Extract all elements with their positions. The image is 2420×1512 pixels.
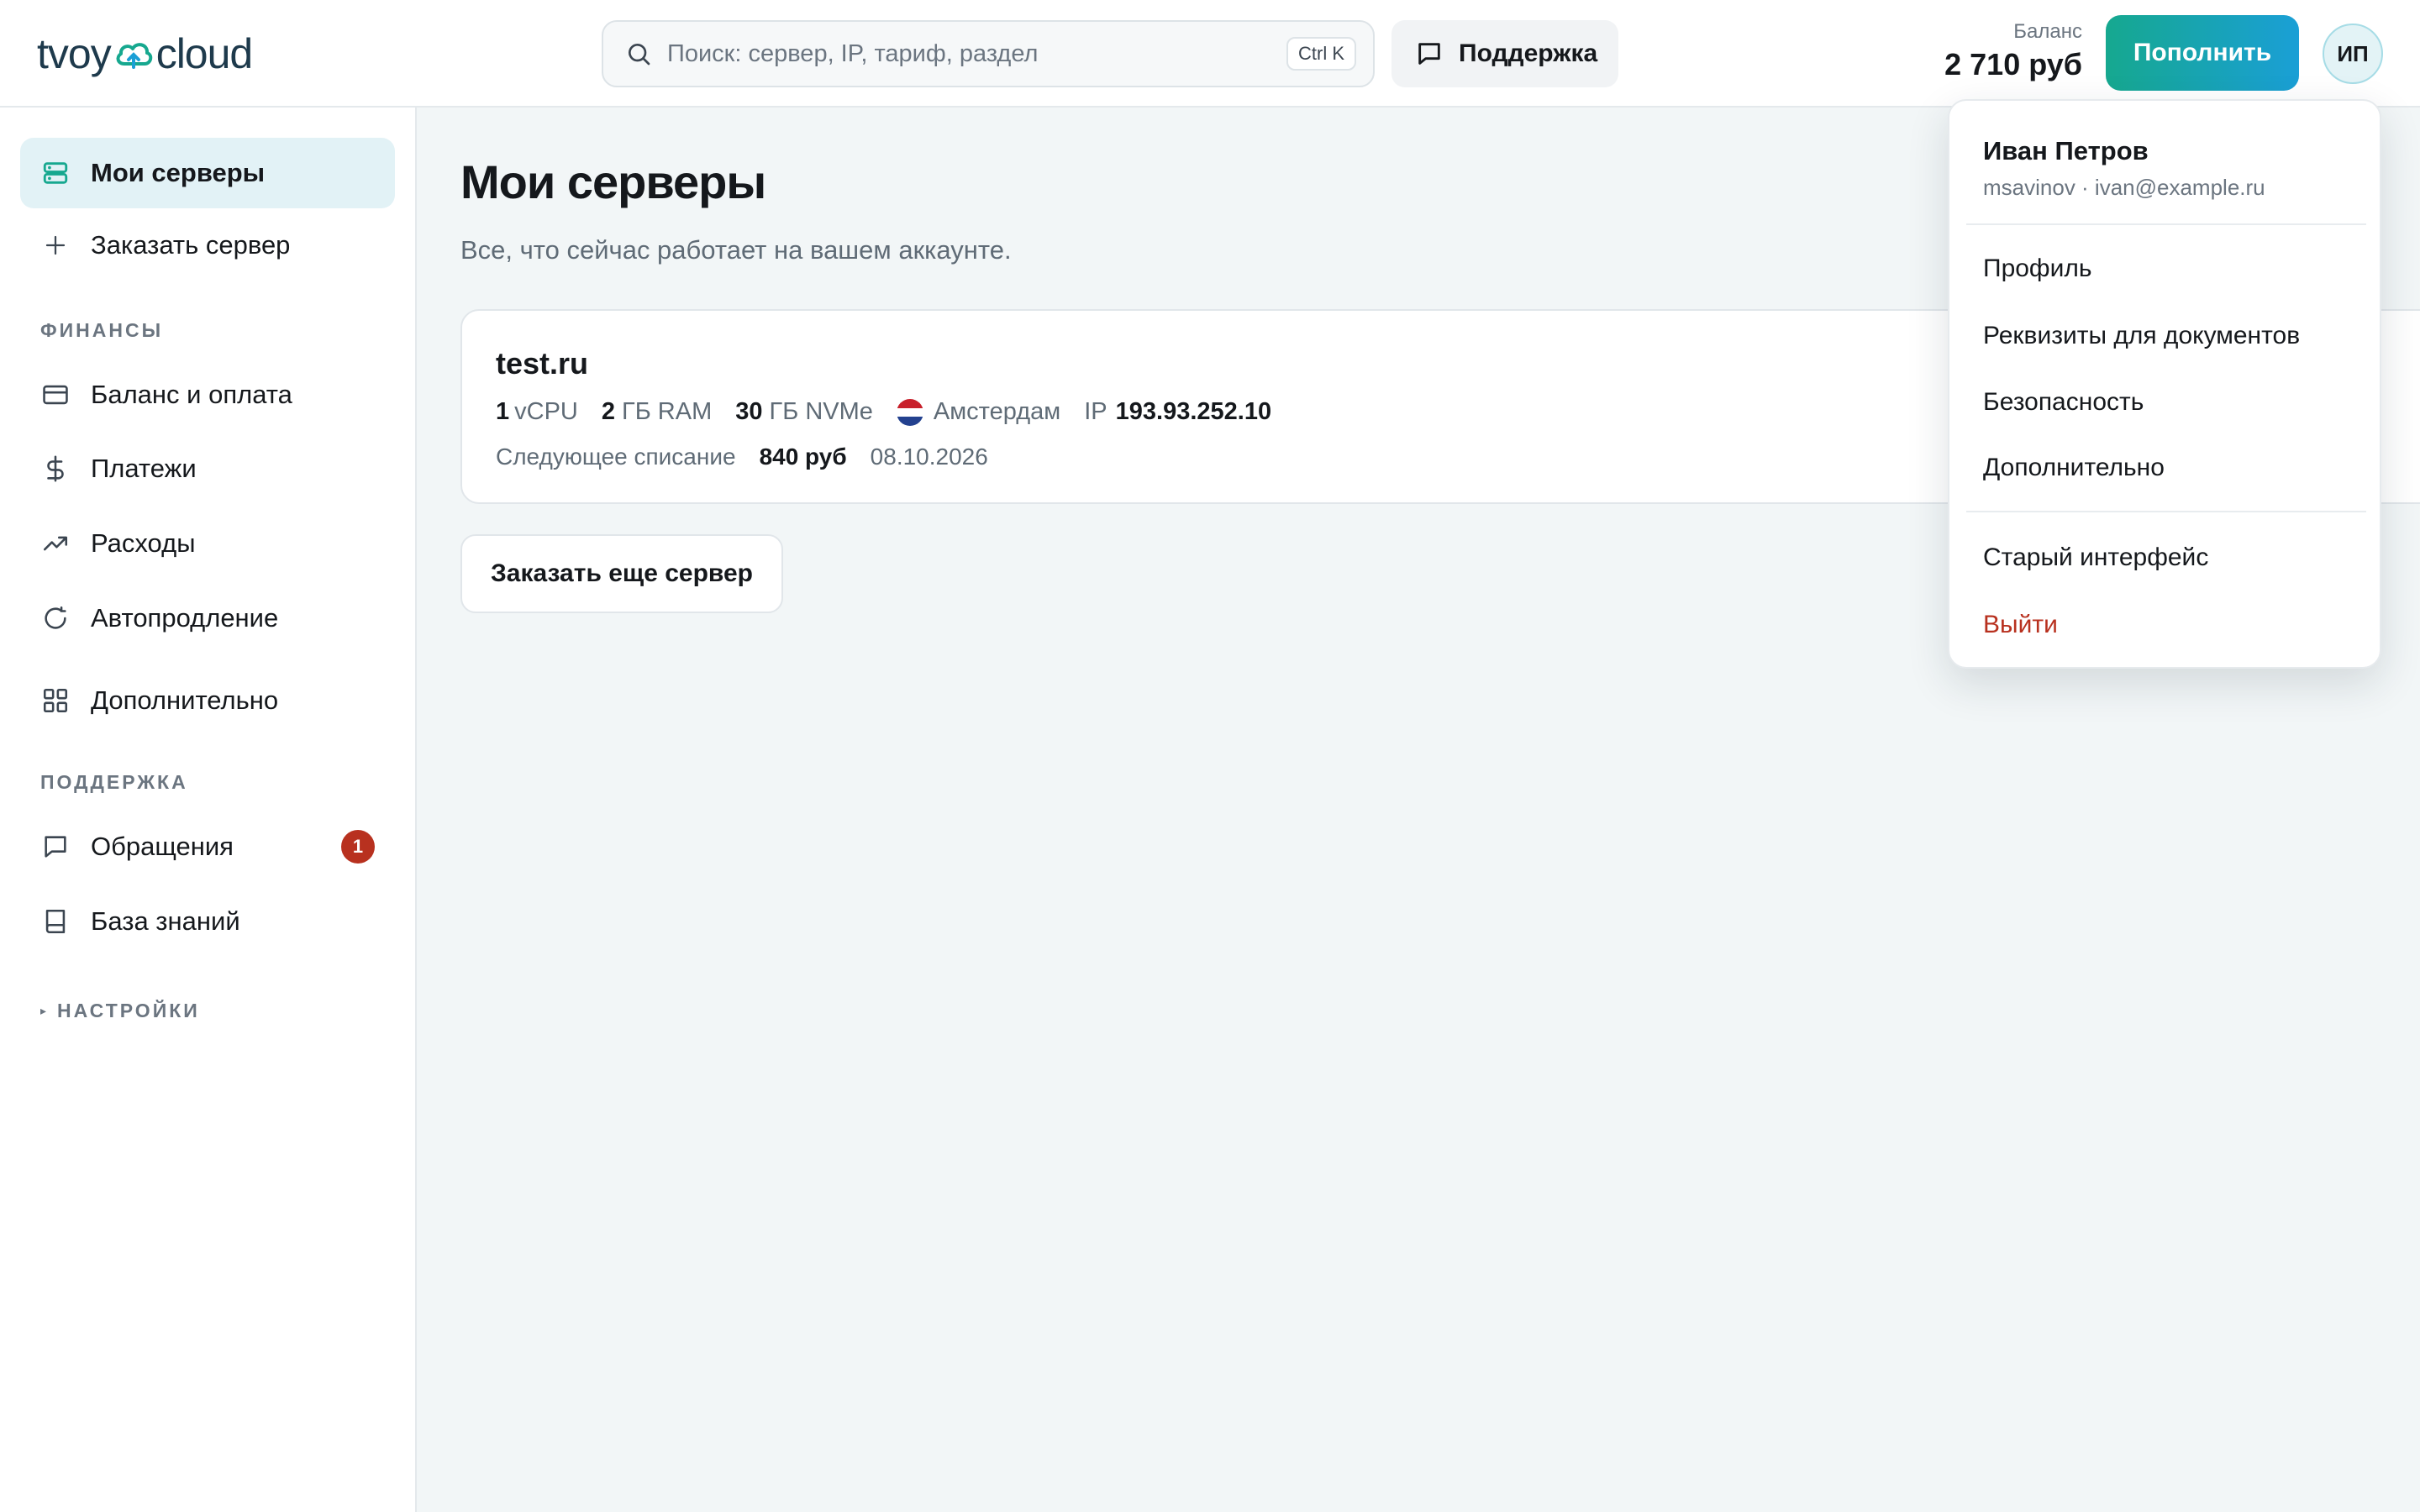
disk-value: 30: [735, 398, 763, 425]
next-charge-label: Следующее списание: [496, 444, 736, 470]
sidebar-section-settings[interactable]: ▸ НАСТРОЙКИ: [40, 1000, 200, 1022]
sidebar-item-label: Платежи: [91, 454, 197, 483]
order-another-server-button[interactable]: Заказать еще сервер: [460, 534, 783, 613]
chat-icon: [1415, 39, 1444, 68]
menu-divider: [1966, 223, 2366, 225]
menu-item-profile[interactable]: Профиль: [1966, 239, 2366, 299]
sidebar-item-label: Заказать сервер: [91, 230, 291, 260]
support-button-label: Поддержка: [1459, 39, 1598, 67]
netherlands-flag-icon: [896, 398, 923, 426]
dollar-icon: [40, 454, 71, 484]
caret-right-icon: ▸: [40, 1004, 50, 1017]
sidebar-item-expenses[interactable]: Расходы: [20, 508, 395, 579]
server-location: Амстердам: [933, 398, 1061, 425]
account-meta: msavinov · ivan@example.ru: [1983, 175, 2265, 200]
balance-amount: 2 710 руб: [1944, 47, 2082, 81]
support-button[interactable]: Поддержка: [1392, 20, 1618, 87]
ram-value: 2: [601, 398, 616, 425]
sidebar-item-tickets[interactable]: Обращения 1: [20, 811, 395, 882]
page-subtitle: Все, что сейчас работает на вашем аккаун…: [460, 235, 1012, 265]
balance-caption: Баланс: [2013, 20, 2082, 43]
sidebar-item-payments[interactable]: Платежи: [20, 433, 395, 504]
logo-text-left: tvoy: [37, 30, 112, 77]
sidebar-section-support: ПОДДЕРЖКА: [40, 771, 188, 793]
ram-unit: ГБ RAM: [622, 398, 713, 425]
search-icon: [625, 40, 652, 67]
sidebar-section-settings-label: НАСТРОЙКИ: [57, 1000, 200, 1021]
menu-item-security[interactable]: Безопасность: [1966, 372, 2366, 433]
sidebar-item-additional[interactable]: Дополнительно: [20, 665, 395, 736]
plus-icon: [40, 230, 71, 260]
search-placeholder: Поиск: сервер, IP, тариф, раздел: [667, 39, 1039, 67]
avatar[interactable]: ИП: [2323, 24, 2383, 84]
menu-item-additional[interactable]: Дополнительно: [1966, 438, 2366, 498]
menu-item-old-interface[interactable]: Старый интерфейс: [1966, 528, 2366, 588]
next-charge-amount: 840 руб: [759, 444, 847, 470]
chat-icon: [40, 832, 71, 862]
sidebar: Мои серверы Заказать сервер ФИНАНСЫ Бала…: [0, 108, 417, 1512]
credit-card-icon: [40, 380, 71, 410]
disk-unit: ГБ NVMe: [769, 398, 873, 425]
grid-icon: [40, 685, 71, 716]
server-name[interactable]: test.ru: [496, 346, 588, 381]
sidebar-item-order-server[interactable]: Заказать сервер: [20, 210, 395, 281]
sidebar-item-label: Мои серверы: [91, 158, 266, 187]
balance-display: Баланс 2 710 руб: [1944, 20, 2082, 82]
menu-divider: [1966, 511, 2366, 512]
sidebar-item-knowledge-base[interactable]: База знаний: [20, 886, 395, 957]
top-header: tvoy cloud Поиск: сервер, IP, тариф, раз…: [0, 0, 2420, 108]
sidebar-item-autorenew[interactable]: Автопродление: [20, 583, 395, 654]
topup-button[interactable]: Пополнить: [2106, 15, 2299, 91]
sidebar-section-finance: ФИНАНСЫ: [40, 319, 164, 341]
search-input[interactable]: Поиск: сервер, IP, тариф, раздел Ctrl K: [602, 20, 1375, 87]
refresh-icon: [40, 603, 71, 633]
sidebar-item-label: Расходы: [91, 528, 196, 558]
server-specs: 1 vCPU 2 ГБ RAM 30 ГБ NVMe Амстердам IP …: [496, 398, 1271, 426]
account-name: Иван Петров: [1983, 136, 2149, 165]
server-ip[interactable]: 193.93.252.10: [1116, 398, 1271, 426]
next-charge-date: 08.10.2026: [870, 444, 988, 470]
book-icon: [40, 906, 71, 937]
logo[interactable]: tvoy cloud: [37, 30, 254, 77]
billing-info: Следующее списание 840 руб 08.10.2026: [496, 444, 988, 470]
sidebar-item-label: Автопродление: [91, 603, 279, 633]
vcpu-unit: vCPU: [514, 398, 578, 425]
sidebar-item-balance[interactable]: Баланс и оплата: [20, 360, 395, 430]
search-shortcut-hint: Ctrl K: [1286, 37, 1356, 71]
ip-label: IP: [1084, 398, 1107, 425]
menu-item-requisites[interactable]: Реквизиты для документов: [1966, 306, 2366, 366]
sidebar-item-label: Баланс и оплата: [91, 380, 292, 409]
account-menu: Иван Петров msavinov · ivan@example.ru П…: [1948, 99, 2381, 669]
vcpu-value: 1: [496, 398, 510, 425]
unread-badge: 1: [341, 830, 375, 864]
menu-item-logout[interactable]: Выйти: [1966, 595, 2366, 655]
sidebar-item-label: Дополнительно: [91, 685, 279, 715]
logo-text-right: cloud: [155, 30, 254, 77]
cloud-logo-icon: [114, 37, 153, 71]
server-icon: [40, 158, 71, 188]
sidebar-item-my-servers[interactable]: Мои серверы: [20, 138, 395, 208]
sidebar-item-label: База знаний: [91, 906, 240, 936]
sidebar-item-label: Обращения: [91, 832, 234, 861]
page-title: Мои серверы: [460, 155, 766, 208]
trending-up-icon: [40, 528, 71, 559]
